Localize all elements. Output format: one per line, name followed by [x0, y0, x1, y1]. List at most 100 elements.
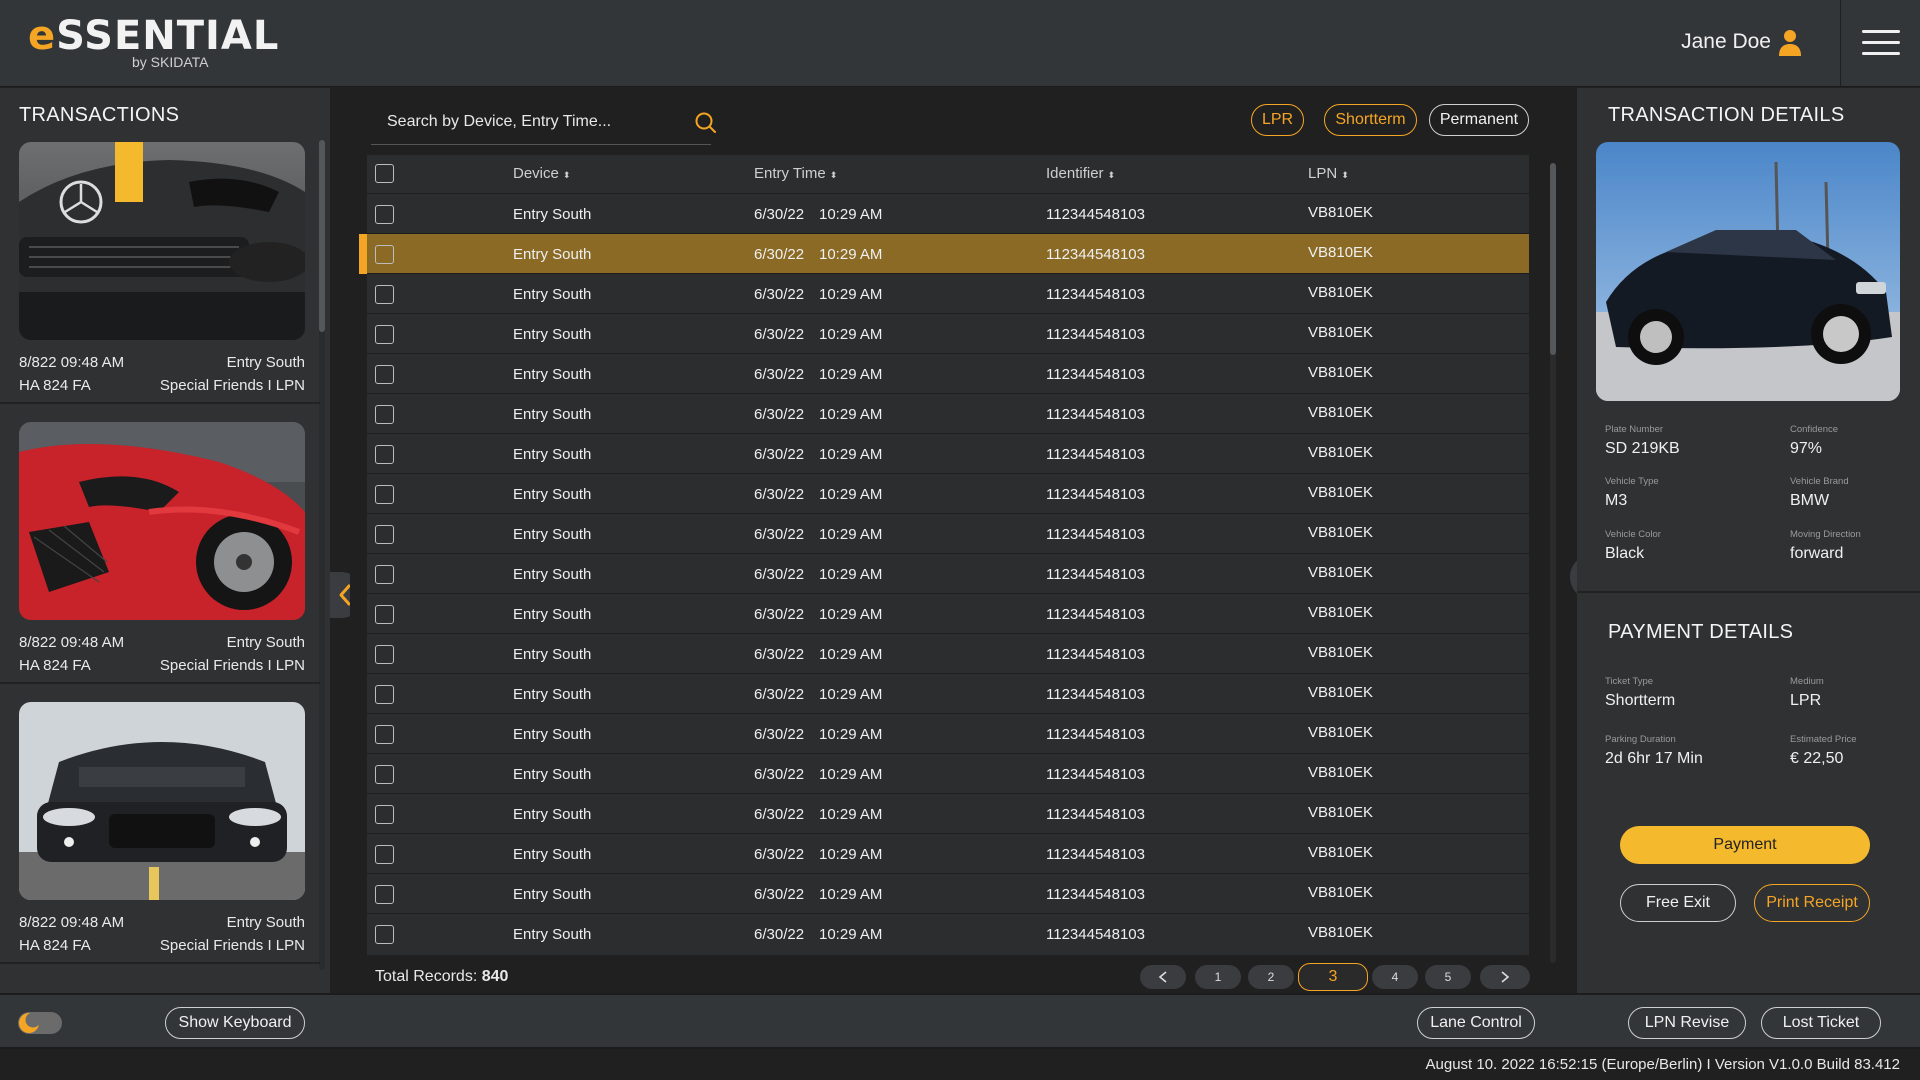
table-row[interactable]: Entry South 6/30/22 10:29 AM 112344548103 VB…	[367, 593, 1529, 633]
table-row[interactable]: Entry South 6/30/22 10:29 AM 112344548103 VB…	[367, 753, 1529, 793]
row-checkbox[interactable]	[375, 285, 394, 304]
payment-button[interactable]: Payment	[1620, 826, 1870, 864]
row-checkbox[interactable]	[375, 365, 394, 384]
user-icon[interactable]	[1778, 29, 1802, 57]
table-row[interactable]: Entry South 6/30/22 10:29 AM 112344548103 VB…	[367, 193, 1529, 233]
cell-entry-time: 10:29 AM	[819, 246, 883, 263]
table-row[interactable]: Entry South 6/30/22 10:29 AM 112344548103 VB…	[367, 713, 1529, 753]
table-row[interactable]: Entry South 6/30/22 10:29 AM 112344548103 VB…	[367, 873, 1529, 913]
pagination-next-button[interactable]	[1480, 965, 1530, 989]
pagination-page-3[interactable]: 3	[1298, 963, 1368, 991]
row-checkbox[interactable]	[375, 645, 394, 664]
sort-icon[interactable]: ⬍	[563, 170, 571, 180]
plate-number-label: Plate Number	[1605, 424, 1664, 435]
table-row[interactable]: Entry South 6/30/22 10:29 AM 112344548103 VB…	[367, 313, 1529, 353]
row-checkbox[interactable]	[375, 725, 394, 744]
footer-toolbar: Show Keyboard Lane Control LPN Revise Lo…	[0, 993, 1920, 1049]
filter-permanent-chip[interactable]: Permanent	[1429, 104, 1529, 136]
plate-number-value: SD 219KB	[1605, 440, 1680, 457]
row-checkbox[interactable]	[375, 605, 394, 624]
table-row[interactable]: Entry South 6/30/22 10:29 AM 112344548103 VB…	[367, 673, 1529, 713]
details-panel: TRANSACTION DETAILS Plate Number SD 219K…	[1577, 88, 1920, 993]
pagination-prev-button[interactable]	[1140, 965, 1186, 989]
row-checkbox[interactable]	[375, 885, 394, 904]
transaction-card[interactable]: 8/822 09:48 AM Entry South HA 824 FA Spe…	[0, 422, 320, 684]
pagination-page-1[interactable]: 1	[1195, 965, 1241, 989]
row-checkbox[interactable]	[375, 485, 394, 504]
cell-entry-date: 6/30/22	[754, 886, 805, 903]
cell-identifier: 112344548103	[1046, 566, 1145, 583]
cell-lpn: VB810EK	[1308, 244, 1374, 261]
table-row[interactable]: Entry South 6/30/22 10:29 AM 112344548103 VB…	[367, 553, 1529, 593]
table-row[interactable]: Entry South 6/30/22 10:29 AM 112344548103 VB…	[367, 273, 1529, 313]
transaction-card[interactable]: 8/822 09:48 AM Entry South HA 824 FA Spe…	[0, 142, 320, 404]
pagination-page-5[interactable]: 5	[1425, 965, 1471, 989]
row-checkbox[interactable]	[375, 845, 394, 864]
row-checkbox[interactable]	[375, 405, 394, 424]
row-checkbox[interactable]	[375, 925, 394, 944]
table-scrollbar-thumb[interactable]	[1550, 163, 1556, 355]
theme-toggle[interactable]	[18, 1012, 62, 1034]
transaction-card[interactable]: 8/822 09:48 AM Entry South HA 824 FA Spe…	[0, 702, 320, 964]
header-divider	[1840, 0, 1841, 87]
status-bar: August 10. 2022 16:52:15 (Europe/Berlin)…	[1425, 1056, 1901, 1073]
show-keyboard-button[interactable]: Show Keyboard	[165, 1007, 305, 1039]
cell-device: Entry South	[513, 566, 592, 583]
sort-icon[interactable]: ⬍	[830, 170, 838, 180]
transaction-device: Entry South	[226, 914, 305, 931]
print-receipt-button[interactable]: Print Receipt	[1754, 884, 1870, 922]
cell-identifier: 112344548103	[1046, 886, 1145, 903]
user-name[interactable]: Jane Doe	[1681, 30, 1771, 54]
table-row[interactable]: Entry South 6/30/22 10:29 AM 112344548103 VB…	[367, 793, 1529, 833]
table-row[interactable]: Entry South 6/30/22 10:29 AM 112344548103 VB…	[367, 513, 1529, 553]
row-checkbox[interactable]	[375, 525, 394, 544]
transaction-group: Special Friends I LPN	[159, 377, 305, 394]
row-checkbox[interactable]	[375, 445, 394, 464]
cell-entry-date: 6/30/22	[754, 446, 805, 463]
cell-entry-time: 10:29 AM	[819, 606, 883, 623]
vehicle-type-value: M3	[1605, 492, 1628, 509]
table-row[interactable]: Entry South 6/30/22 10:29 AM 112344548103 VB…	[367, 833, 1529, 873]
table-row[interactable]: Entry South 6/30/22 10:29 AM 112344548103 VB…	[367, 353, 1529, 393]
table-row[interactable]: Entry South 6/30/22 10:29 AM 112344548103 VB…	[359, 233, 1529, 274]
table-row[interactable]: Entry South 6/30/22 10:29 AM 112344548103 VB…	[367, 473, 1529, 513]
column-lpn[interactable]: LPN ⬍	[1308, 165, 1349, 182]
column-entry-time[interactable]: Entry Time ⬍	[754, 165, 837, 182]
row-checkbox[interactable]	[375, 565, 394, 584]
transaction-details-title: TRANSACTION DETAILS	[1608, 104, 1845, 126]
row-checkbox[interactable]	[375, 765, 394, 784]
vehicle-photo	[19, 702, 305, 900]
pagination-page-4[interactable]: 4	[1372, 965, 1418, 989]
essential-logo: eSSENTIAL by SKIDATA	[28, 16, 278, 72]
lpn-revise-button[interactable]: LPN Revise	[1628, 1007, 1746, 1039]
pagination-page-2[interactable]: 2	[1248, 965, 1294, 989]
cell-device: Entry South	[513, 526, 592, 543]
search-icon[interactable]	[694, 111, 718, 135]
lost-ticket-button[interactable]: Lost Ticket	[1761, 1007, 1881, 1039]
table-row[interactable]: Entry South 6/30/22 10:29 AM 112344548103 VB…	[367, 433, 1529, 473]
row-checkbox[interactable]	[375, 805, 394, 824]
free-exit-button[interactable]: Free Exit	[1620, 884, 1736, 922]
filter-lpr-chip[interactable]: LPR	[1251, 104, 1304, 136]
table-row[interactable]: Entry South 6/30/22 10:29 AM 112344548103 VB…	[367, 393, 1529, 433]
table-row[interactable]: Entry South 6/30/22 10:29 AM 112344548103 VB…	[367, 913, 1529, 953]
lane-control-button[interactable]: Lane Control	[1417, 1007, 1535, 1039]
sort-icon[interactable]: ⬍	[1341, 170, 1349, 180]
select-all-checkbox[interactable]	[375, 164, 394, 183]
filter-shortterm-chip[interactable]: Shortterm	[1324, 104, 1417, 136]
search-box[interactable]	[371, 103, 716, 145]
transaction-time: 8/822 09:48 AM	[19, 634, 125, 651]
cell-lpn: VB810EK	[1308, 764, 1374, 781]
cell-device: Entry South	[513, 686, 592, 703]
search-input[interactable]	[387, 113, 657, 131]
hamburger-menu-icon[interactable]	[1862, 30, 1900, 56]
row-checkbox[interactable]	[375, 205, 394, 224]
row-checkbox[interactable]	[375, 325, 394, 344]
column-identifier[interactable]: Identifier ⬍	[1046, 165, 1115, 182]
table-row[interactable]: Entry South 6/30/22 10:29 AM 112344548103 VB…	[367, 633, 1529, 673]
row-checkbox[interactable]	[375, 685, 394, 704]
sort-icon[interactable]: ⬍	[1108, 170, 1116, 180]
column-device[interactable]: Device ⬍	[513, 165, 570, 182]
cell-entry-date: 6/30/22	[754, 726, 805, 743]
row-checkbox[interactable]	[375, 245, 394, 264]
